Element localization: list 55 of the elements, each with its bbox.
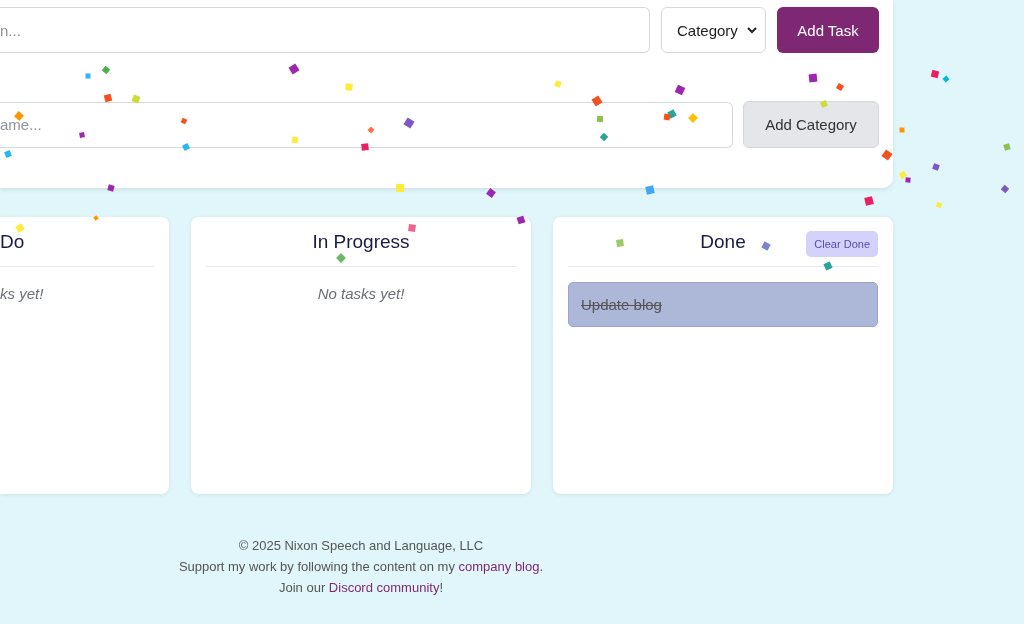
confetti-piece	[616, 239, 624, 247]
confetti-piece	[345, 83, 353, 91]
empty-message: ks yet!	[0, 285, 45, 302]
confetti-piece	[403, 117, 415, 129]
category-input-field[interactable]: ame...	[0, 101, 733, 148]
confetti-piece	[408, 224, 416, 232]
confetti-piece	[932, 163, 940, 171]
confetti-piece	[336, 253, 346, 263]
confetti-piece	[180, 117, 188, 125]
confetti-piece	[486, 188, 496, 198]
clear-done-button[interactable]: Clear Done	[806, 231, 878, 257]
column-title: Do	[0, 230, 25, 253]
confetti-piece	[131, 94, 141, 104]
add-task-button[interactable]: Add Task	[777, 7, 879, 53]
confetti-piece	[103, 93, 113, 103]
confetti-piece	[181, 142, 191, 152]
confetti-piece	[395, 183, 405, 193]
confetti-piece	[645, 185, 655, 195]
confetti-piece	[591, 95, 603, 107]
confetti-piece	[516, 215, 526, 225]
join-text: Join our Discord community!	[279, 580, 443, 595]
confetti-piece	[935, 201, 943, 209]
confetti-piece	[554, 80, 562, 88]
confetti-piece	[107, 184, 115, 192]
confetti-piece	[688, 113, 698, 123]
support-text: Support my work by following the content on my company blog.	[178, 559, 544, 574]
confetti-piece	[15, 223, 25, 233]
confetti-piece	[674, 84, 686, 96]
confetti-piece	[93, 215, 99, 221]
task-input-field[interactable]: n...	[0, 7, 650, 53]
confetti-piece	[291, 136, 299, 144]
column-title: In Progress	[312, 230, 410, 253]
chevron-down-icon	[747, 26, 757, 34]
confetti-piece	[596, 115, 604, 123]
confetti-piece	[881, 149, 893, 161]
copyright-text: © 2025 Nixon Speech and Language, LLC	[238, 538, 484, 553]
empty-message: No tasks yet!	[316, 285, 406, 302]
confetti-piece	[864, 196, 874, 206]
confetti-piece	[1003, 143, 1011, 151]
confetti-piece	[808, 73, 818, 83]
confetti-piece	[14, 111, 24, 121]
confetti-piece	[288, 63, 300, 75]
confetti-piece	[361, 143, 369, 151]
confetti-piece	[823, 261, 833, 271]
confetti-piece	[85, 73, 91, 79]
add-category-button[interactable]: Add Category	[743, 101, 879, 148]
column-title: Done	[700, 230, 746, 253]
confetti-piece	[899, 127, 905, 133]
task-card[interactable]: Update blog	[568, 282, 878, 327]
confetti-piece	[367, 126, 375, 134]
confetti-piece	[4, 150, 12, 158]
confetti-piece	[761, 241, 771, 251]
confetti-piece	[79, 132, 85, 138]
category-select[interactable]: Category	[661, 7, 766, 53]
confetti-piece	[1000, 184, 1010, 194]
